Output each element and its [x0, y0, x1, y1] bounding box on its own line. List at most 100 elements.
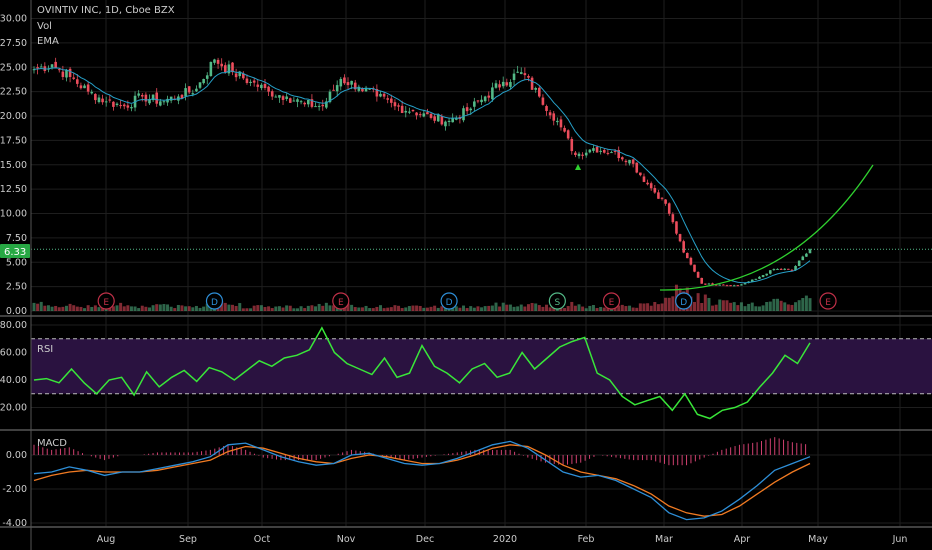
- volume-bar: [256, 305, 260, 311]
- candle-body: [516, 71, 519, 73]
- price-tick-label: 22.50: [0, 87, 27, 98]
- candle-body: [631, 159, 635, 164]
- volume-bar: [324, 302, 328, 311]
- macd-pane[interactable]: [33, 437, 811, 521]
- volume-bar: [526, 304, 530, 311]
- event-marker-earnings: E: [602, 292, 621, 310]
- volume-bar: [144, 306, 148, 311]
- candle-body: [83, 85, 86, 89]
- candle-body: [444, 121, 447, 127]
- candle-body: [270, 91, 274, 97]
- volume-bar: [736, 305, 740, 311]
- volume-bar: [321, 305, 325, 311]
- candle-body: [725, 285, 729, 287]
- price-pane[interactable]: EDEDSEDE: [31, 57, 932, 311]
- candle-body: [408, 111, 411, 113]
- candle-body: [610, 152, 613, 154]
- candle-body: [657, 192, 660, 199]
- candle-body: [689, 257, 693, 265]
- candle-body: [660, 197, 664, 199]
- volume-bar: [184, 306, 188, 311]
- volume-bar: [458, 307, 462, 311]
- volume-bar: [599, 307, 603, 311]
- rsi-legend: RSI: [37, 344, 53, 355]
- candle-body: [772, 269, 776, 271]
- volume-bar: [429, 306, 433, 311]
- candle-body: [765, 273, 768, 276]
- candle-body: [758, 276, 761, 279]
- candle-body: [335, 85, 339, 92]
- volume-bar: [739, 302, 743, 311]
- price-tick-label: 15.00: [0, 160, 27, 171]
- candle-body: [169, 96, 173, 101]
- candle-body: [639, 172, 642, 176]
- candle-body: [159, 101, 162, 106]
- candle-body: [509, 82, 512, 87]
- volume-bar: [729, 302, 733, 311]
- event-label: E: [825, 298, 831, 308]
- candle-body: [108, 99, 112, 101]
- volume-bar: [646, 303, 650, 311]
- volume-bar: [393, 305, 397, 311]
- volume-bar: [656, 304, 660, 311]
- volume-bar: [277, 306, 281, 311]
- volume-bar: [43, 305, 47, 311]
- volume-bar: [306, 305, 310, 311]
- candle-body: [436, 114, 440, 122]
- candle-body: [541, 97, 545, 105]
- event-marker-dividend: D: [675, 292, 693, 310]
- volume-bar: [357, 307, 361, 311]
- candle-body: [101, 98, 104, 103]
- volume-bar: [411, 305, 415, 311]
- candle-body: [512, 73, 516, 80]
- candle-body: [162, 101, 166, 103]
- candle-body: [433, 116, 436, 121]
- volume-bar: [422, 307, 426, 311]
- candle-body: [202, 78, 205, 84]
- candle-body: [61, 71, 65, 77]
- volume-bar: [577, 304, 581, 311]
- candle-body: [130, 107, 133, 109]
- candle-body: [126, 105, 130, 108]
- volume-bar: [772, 298, 776, 311]
- candle-body: [36, 67, 39, 69]
- volume-bar: [573, 305, 577, 311]
- candle-body: [704, 283, 707, 285]
- candle-body: [343, 77, 346, 84]
- time-tick-label: May: [808, 534, 828, 545]
- volume-bar: [227, 304, 231, 311]
- rsi-tick-label: 20.00: [0, 403, 27, 414]
- candle-body: [400, 105, 404, 114]
- volume-bar: [147, 307, 151, 311]
- volume-bar: [602, 307, 606, 311]
- macd-tick-label: -4.00: [2, 518, 27, 529]
- volume-bar: [303, 308, 307, 311]
- volume-bar: [714, 304, 718, 311]
- volume-bar: [747, 303, 751, 311]
- candle-body: [808, 249, 812, 254]
- volume-bar: [570, 301, 574, 311]
- candle-body: [440, 115, 444, 125]
- candle-body: [675, 221, 678, 234]
- rsi-tick-label: 80.00: [0, 320, 27, 331]
- rsi-pane[interactable]: [31, 326, 932, 420]
- volume-bar: [808, 298, 812, 311]
- volume-bar: [711, 305, 715, 311]
- candle-body: [209, 61, 213, 76]
- stock-chart[interactable]: E D E D S E D E 30.00 27.50 25.00 22.50 20.00 17.50 1…: [0, 0, 932, 550]
- event-marker-dividend: D: [440, 292, 458, 310]
- volume-bar: [151, 305, 155, 311]
- candle-body: [119, 105, 122, 107]
- volume-bar: [584, 308, 588, 311]
- volume-bar: [649, 305, 653, 311]
- time-tick-label: Oct: [254, 534, 271, 545]
- volume-bar: [761, 305, 765, 311]
- rsi-band: [31, 338, 932, 394]
- price-tick-label: 12.50: [0, 184, 27, 195]
- candle-body: [191, 93, 195, 95]
- volume-bar: [508, 304, 512, 311]
- volume-bar: [173, 308, 177, 311]
- candle-body: [122, 104, 126, 107]
- candle-body: [667, 203, 671, 214]
- volume-bar: [133, 306, 137, 311]
